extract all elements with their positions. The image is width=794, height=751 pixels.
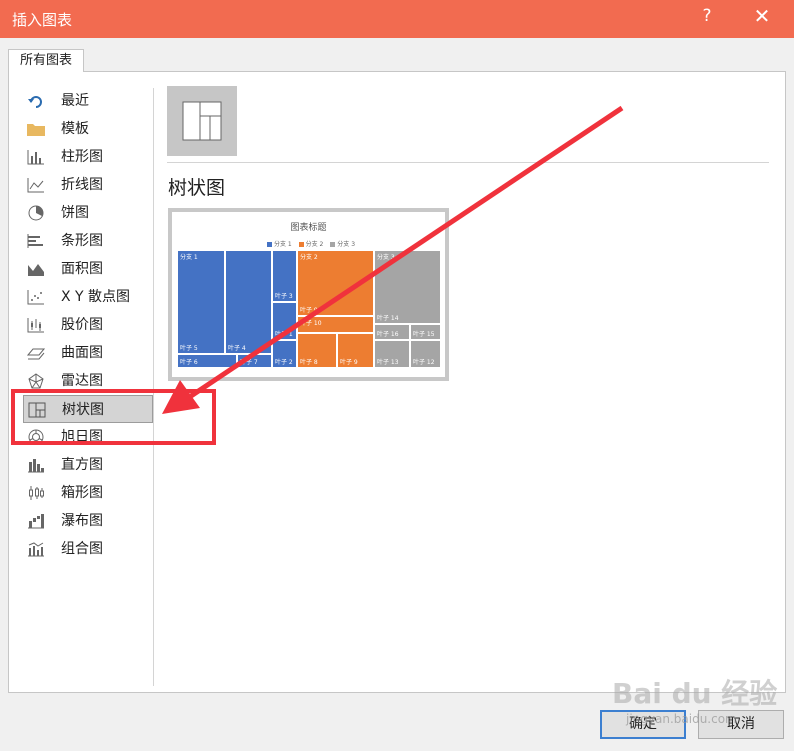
tab-all-charts[interactable]: 所有图表 bbox=[8, 49, 84, 72]
sidebar-item-area[interactable]: 面积图 bbox=[23, 255, 153, 283]
legend-entry-1: 分支 1 bbox=[273, 241, 292, 248]
treemap-cell: 叶子 15 bbox=[410, 324, 441, 340]
horizontal-divider bbox=[167, 162, 769, 163]
sidebar-item-pie[interactable]: 饼图 bbox=[23, 199, 153, 227]
sunburst-chart-icon bbox=[28, 429, 44, 445]
title-bar: 插入图表 ? ✕ bbox=[0, 0, 794, 38]
legend-swatch-3 bbox=[330, 242, 336, 247]
area-chart-icon bbox=[28, 264, 44, 276]
sidebar-item-sunburst[interactable]: 旭日图 bbox=[23, 423, 153, 451]
box-whisker-chart-icon bbox=[29, 486, 44, 500]
sidebar-item-radar[interactable]: 雷达图 bbox=[23, 367, 153, 395]
treemap-cell: 叶子 6 bbox=[177, 354, 237, 368]
treemap-cell: 分支 2 叶子 9 bbox=[297, 250, 374, 316]
treemap-cell: 叶子 3 bbox=[272, 250, 297, 302]
treemap-cell: 叶子 8 bbox=[297, 333, 337, 368]
treemap-cell: 叶子 7 bbox=[237, 354, 272, 368]
sidebar-item-bar[interactable]: 条形图 bbox=[23, 227, 153, 255]
sidebar-item-waterfall[interactable]: 瀑布图 bbox=[23, 507, 153, 535]
close-button[interactable]: ✕ bbox=[750, 4, 774, 28]
treemap-cell: 叶子 10 bbox=[297, 316, 374, 333]
legend-swatch-1 bbox=[266, 242, 272, 247]
sidebar-item-template[interactable]: 模板 bbox=[23, 115, 153, 143]
chart-type-list: 最近 模板 柱形图 折线图 饼图 条形图 面积图 X Y 散点图 股价图 曲面图… bbox=[23, 87, 153, 563]
radar-chart-icon bbox=[28, 373, 44, 389]
sidebar-item-column[interactable]: 柱形图 bbox=[23, 143, 153, 171]
recent-icon bbox=[28, 96, 42, 108]
waterfall-chart-icon bbox=[28, 514, 44, 529]
sidebar-item-combo[interactable]: 组合图 bbox=[23, 535, 153, 563]
treemap-cell: 叶子 13 bbox=[374, 340, 410, 368]
treemap-cell: 叶子 16 bbox=[374, 324, 410, 340]
treemap-cell: 叶子 4 bbox=[225, 250, 272, 354]
window-title: 插入图表 bbox=[12, 11, 73, 29]
preview-chart-title: 图表标题 bbox=[290, 223, 327, 233]
treemap-subtype-thumbnail[interactable] bbox=[167, 86, 237, 156]
treemap-cell: 分支 1 叶子 5 bbox=[177, 250, 225, 354]
treemap-cell: 叶子 2 bbox=[272, 340, 297, 368]
bar-chart-icon bbox=[27, 234, 43, 248]
ok-button[interactable]: 确定 bbox=[600, 710, 686, 739]
cancel-button[interactable]: 取消 bbox=[698, 710, 784, 739]
treemap-cell: 分支 3 叶子 14 bbox=[374, 250, 441, 324]
line-chart-icon bbox=[27, 178, 44, 193]
treemap-preview[interactable]: 图表标题 分支 1 分支 2 分支 3 分支 1 叶子 5 叶子 4 叶子 3 叶… bbox=[168, 208, 449, 381]
sidebar-item-recent[interactable]: 最近 bbox=[23, 87, 153, 115]
folder-icon bbox=[27, 124, 45, 136]
treemap-thumbnail-icon bbox=[182, 101, 222, 141]
sidebar-item-scatter[interactable]: X Y 散点图 bbox=[23, 283, 153, 311]
histogram-chart-icon bbox=[28, 459, 44, 473]
sidebar-item-box-whisker[interactable]: 箱形图 bbox=[23, 479, 153, 507]
treemap-cell: 叶子 1 bbox=[272, 302, 297, 340]
chart-panel: 最近 模板 柱形图 折线图 饼图 条形图 面积图 X Y 散点图 股价图 曲面图… bbox=[8, 71, 786, 693]
treemap-cell: 叶子 9 bbox=[337, 333, 374, 368]
legend-entry-2: 分支 2 bbox=[305, 241, 324, 248]
sidebar-item-histogram[interactable]: 直方图 bbox=[23, 451, 153, 479]
preview-legend: 分支 1 分支 2 分支 3 bbox=[172, 239, 445, 248]
sidebar-item-line[interactable]: 折线图 bbox=[23, 171, 153, 199]
legend-entry-3: 分支 3 bbox=[337, 241, 356, 248]
treemap-chart-icon bbox=[28, 402, 46, 418]
help-button[interactable]: ? bbox=[697, 6, 717, 26]
sidebar-item-treemap[interactable]: 树状图 bbox=[23, 395, 153, 423]
stock-chart-icon bbox=[27, 318, 44, 333]
scatter-chart-icon bbox=[27, 290, 44, 305]
sidebar-item-surface[interactable]: 曲面图 bbox=[23, 339, 153, 367]
legend-swatch-2 bbox=[298, 242, 304, 247]
column-chart-icon bbox=[27, 150, 44, 165]
treemap-cell: 叶子 12 bbox=[410, 340, 441, 368]
pie-chart-icon bbox=[28, 205, 44, 221]
sidebar-item-stock[interactable]: 股价图 bbox=[23, 311, 153, 339]
subtype-title: 树状图 bbox=[168, 177, 226, 199]
combo-chart-icon bbox=[28, 542, 44, 557]
surface-chart-icon bbox=[27, 348, 45, 360]
vertical-divider bbox=[153, 88, 154, 686]
